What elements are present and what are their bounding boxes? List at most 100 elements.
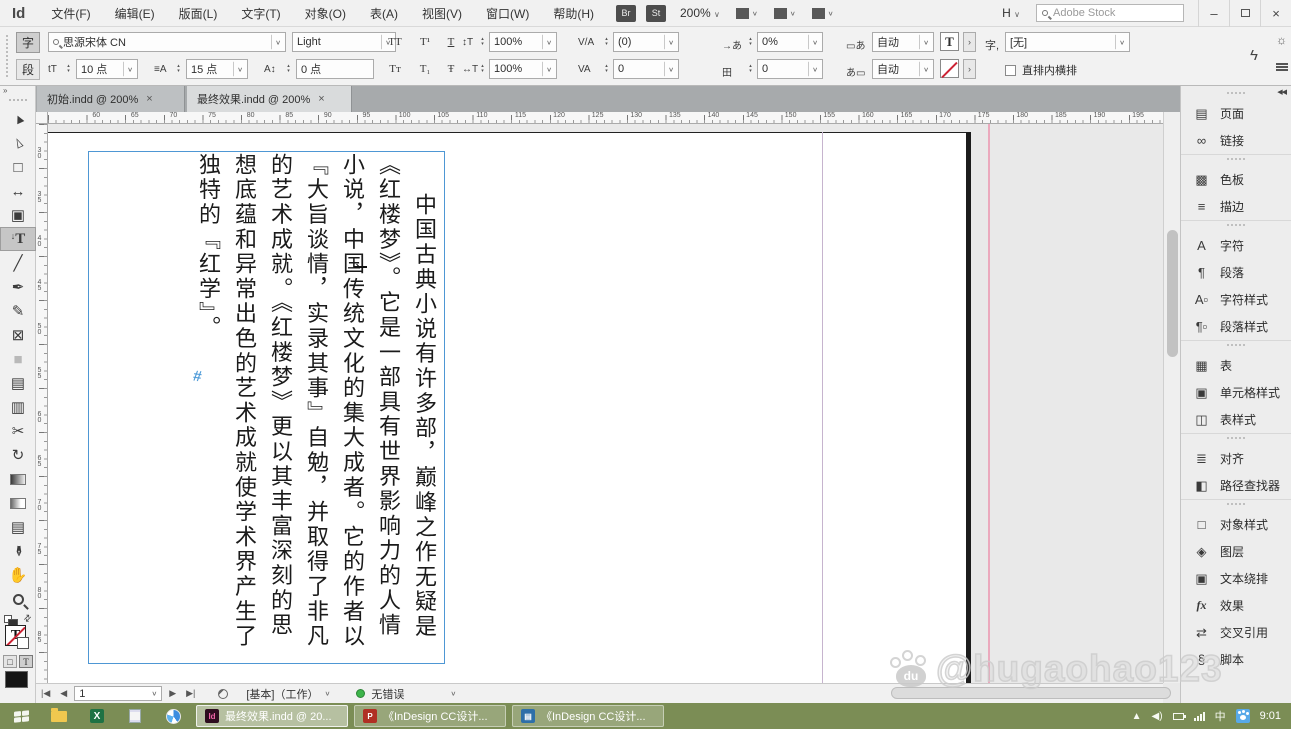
fill-color-swatch[interactable]: T <box>940 32 959 51</box>
preflight-icon[interactable] <box>218 689 228 699</box>
close-button[interactable]: × <box>1260 0 1291 27</box>
mojikumi-combo[interactable]: 自动∨ <box>872 59 934 79</box>
char-style-combo[interactable]: [无]∨ <box>1005 32 1130 52</box>
dock-group-grip[interactable] <box>1227 437 1245 442</box>
screen-mode-button[interactable] <box>5 671 28 688</box>
dock-item-align[interactable]: ≣对齐 <box>1181 445 1291 472</box>
vertical-scrollbar[interactable] <box>1163 112 1180 683</box>
all-caps-button[interactable]: TT <box>382 36 408 48</box>
network-icon[interactable] <box>1194 712 1205 721</box>
dock-group-grip[interactable] <box>1227 503 1245 508</box>
vertical-scrollbar-thumb[interactable] <box>1167 230 1178 357</box>
baseline-shift-field[interactable]: 0 点 <box>296 59 374 79</box>
document-canvas[interactable]: 中国古典小说有许多部，巅峰之作无疑是《红楼梦》。它是一部具有世界影响力的人情小说… <box>48 124 1163 683</box>
dock-item-table-styles[interactable]: ◫表样式 <box>1181 406 1291 433</box>
baseline-shift-stepper[interactable]: ▴▾ <box>284 59 293 79</box>
menu-item-8[interactable]: 帮助(H) <box>541 7 606 21</box>
dock-item-swatches[interactable]: ▩色板 <box>1181 166 1291 193</box>
dock-item-table[interactable]: ▦表 <box>1181 352 1291 379</box>
dock-group-grip[interactable] <box>1227 344 1245 349</box>
kinsoku-combo[interactable]: 自动∨ <box>872 32 934 52</box>
dock-group-grip[interactable] <box>1227 158 1245 163</box>
dock-item-cell-styles[interactable]: ▣单元格样式 <box>1181 379 1291 406</box>
horizontal-ruler[interactable]: 6065707580859095100105110115120125130135… <box>48 112 1163 124</box>
apply-to-text-button[interactable]: T <box>19 655 33 668</box>
tracking-stepper[interactable]: ▴▾ <box>602 59 611 79</box>
tools-panel-collapse[interactable]: » <box>0 86 35 98</box>
note-tool[interactable]: ▤ <box>0 515 36 539</box>
browser-button[interactable] <box>156 705 190 727</box>
quick-apply-icon[interactable]: ϟ <box>1250 47 1258 64</box>
dock-item-object-styles[interactable]: □对象样式 <box>1181 511 1291 538</box>
proportional-spacing-field[interactable]: 0%∨ <box>757 32 823 52</box>
document-tab-1[interactable]: 最终效果.indd @ 200%× <box>187 86 352 112</box>
dock-item-pathfinder[interactable]: ◧路径查找器 <box>1181 472 1291 499</box>
vertical-type-tool[interactable]: ↓T <box>0 227 36 251</box>
small-caps-button[interactable]: Tᴛ <box>382 63 408 75</box>
ime-indicator[interactable]: 中 <box>1215 708 1226 724</box>
menu-item-4[interactable]: 对象(O) <box>293 7 358 21</box>
frame-tool[interactable]: ⊠ <box>0 323 36 347</box>
dock-item-paragraph-styles[interactable]: ¶▫段落样式 <box>1181 313 1291 340</box>
selection-tool[interactable]: ► <box>0 107 36 131</box>
vertical-grid-tool[interactable]: ▥ <box>0 395 36 419</box>
workspace-switcher[interactable]: H ∨ <box>1002 6 1020 20</box>
hidden-icons-arrow[interactable]: ▲ <box>1132 711 1142 722</box>
direct-selection-tool[interactable]: ▻ <box>0 131 36 155</box>
pen-tool[interactable]: ✒ <box>0 275 36 299</box>
taskbar-window-1[interactable]: P《InDesign CC设计... <box>354 705 506 727</box>
tools-panel-grip[interactable] <box>9 99 27 103</box>
gear-icon[interactable]: ☼ <box>1276 33 1287 47</box>
grid-jidori-stepper[interactable]: ▴▾ <box>746 59 755 79</box>
ruler-origin-corner[interactable] <box>36 112 48 124</box>
kerning-field[interactable]: (0)∨ <box>613 32 679 52</box>
next-page-button[interactable]: ▶ <box>164 688 181 699</box>
menu-item-1[interactable]: 编辑(E) <box>103 7 167 21</box>
horizontal-scrollbar[interactable] <box>506 686 1159 701</box>
pencil-tool[interactable]: ✎ <box>0 299 36 323</box>
gap-tool[interactable]: ↔ <box>0 179 36 203</box>
dock-group-grip[interactable] <box>1227 224 1245 229</box>
menu-item-7[interactable]: 窗口(W) <box>474 7 541 21</box>
paragraph-formatting-tab[interactable]: 段 <box>16 59 40 80</box>
taskbar-window-2[interactable]: ▤《InDesign CC设计... <box>512 705 664 727</box>
stroke-color-swatch[interactable] <box>940 59 959 78</box>
dock-item-character-styles[interactable]: A▫字符样式 <box>1181 286 1291 313</box>
text-frame[interactable]: 中国古典小说有许多部，巅峰之作无疑是《红楼梦》。它是一部具有世界影响力的人情小说… <box>88 151 445 664</box>
previous-page-button[interactable]: ◀ <box>55 688 72 699</box>
document-tab-0[interactable]: 初始.indd @ 200%× <box>37 86 185 112</box>
vertical-ruler[interactable]: 303540455055606570758085 <box>36 124 48 683</box>
leading-stepper[interactable]: ▴▾ <box>174 59 183 79</box>
battery-icon[interactable] <box>1173 713 1184 720</box>
content-collector-tool[interactable]: ▣ <box>0 203 36 227</box>
page-number-combo[interactable]: 1∨ <box>74 686 162 701</box>
swap-fill-stroke-icon[interactable]: ⇄ <box>21 612 34 625</box>
rectangle-tool[interactable]: ■ <box>0 347 36 371</box>
panel-menu-icon[interactable] <box>1276 63 1288 71</box>
last-page-button[interactable]: ▶| <box>181 688 200 699</box>
notepad-button[interactable] <box>118 705 152 727</box>
apply-to-container-button[interactable]: □ <box>3 655 17 668</box>
stroke-expander[interactable]: › <box>963 59 976 79</box>
tab-close-icon[interactable]: × <box>146 93 152 105</box>
free-transform-tool[interactable]: ↻ <box>0 443 36 467</box>
dock-item-text-wrap[interactable]: ▣文本绕排 <box>1181 565 1291 592</box>
dock-item-effects[interactable]: fx效果 <box>1181 592 1291 619</box>
paw-app-icon[interactable] <box>1236 709 1250 723</box>
excel-button[interactable]: X <box>80 705 114 727</box>
horizontal-scrollbar-thumb[interactable] <box>891 687 1171 699</box>
tatechuyoko-checkbox[interactable] <box>1005 65 1016 76</box>
kerning-stepper[interactable]: ▴▾ <box>602 32 611 52</box>
dock-item-pages[interactable]: ▤页面 <box>1181 100 1291 127</box>
dock-group-grip[interactable] <box>1227 92 1245 97</box>
gradient-tool[interactable] <box>0 467 36 491</box>
page-tool[interactable]: □ <box>0 155 36 179</box>
arrange-documents-dropdown[interactable]: ∨ <box>812 8 834 19</box>
taskbar-window-0[interactable]: Id最终效果.indd @ 20... <box>196 705 348 727</box>
file-explorer-button[interactable] <box>42 705 76 727</box>
zoom-tool[interactable] <box>0 587 36 611</box>
volume-icon[interactable]: ◀) <box>1152 711 1163 722</box>
first-page-button[interactable]: |◀ <box>36 688 55 699</box>
menu-item-6[interactable]: 视图(V) <box>410 7 474 21</box>
zoom-level-combo[interactable]: 200% ∨ <box>680 6 720 20</box>
